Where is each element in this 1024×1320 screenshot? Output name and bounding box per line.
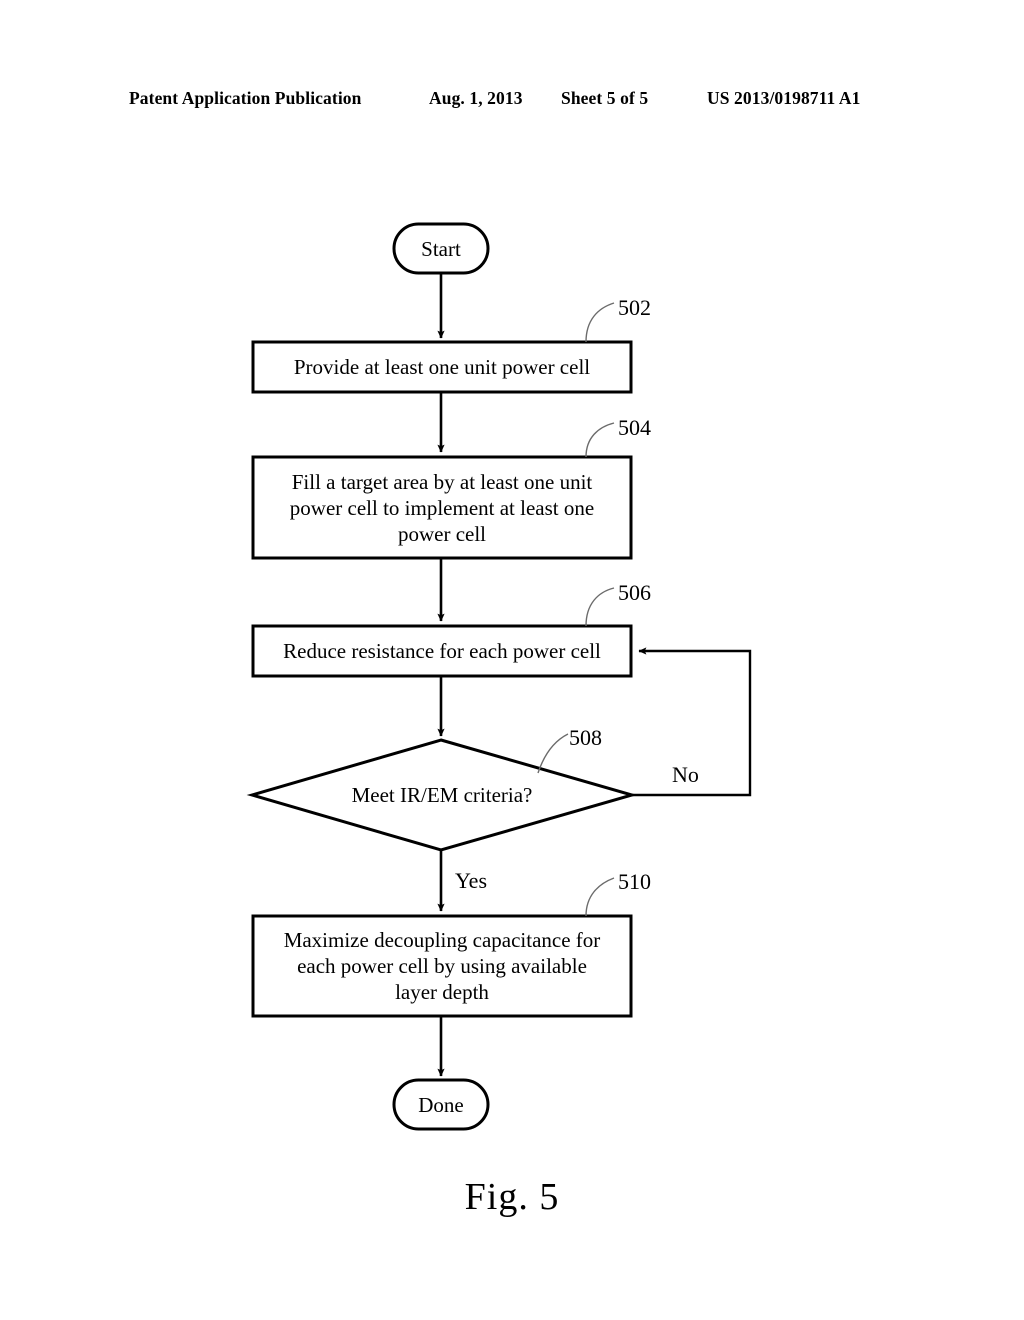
reference-numeral-510: 510 — [618, 869, 651, 894]
reference-numeral-508: 508 — [569, 725, 602, 750]
decision-508-label: Meet IR/EM criteria? — [280, 770, 604, 820]
process-510-label: Maximize decoupling capacitance for each… — [253, 916, 631, 1016]
process-510-line-2: each power cell by using available — [297, 954, 587, 978]
leader-line-504 — [585, 422, 615, 458]
terminator-done-label: Done — [394, 1080, 488, 1129]
leader-line-502 — [585, 302, 615, 343]
decision-508-line-1: Meet IR/EM criteria? — [351, 783, 533, 807]
process-510-line-3: layer depth — [395, 980, 489, 1004]
figure-caption: Fig. 5 — [464, 1176, 560, 1218]
process-504-line-1: Fill a target area by at least one unit — [291, 469, 593, 494]
reference-numeral-506: 506 — [618, 580, 651, 605]
process-506-line-1: Reduce resistance for each power cell — [283, 639, 601, 663]
process-502-line-1: Provide at least one unit power cell — [293, 355, 591, 379]
figure-5-flowchart: Start Provide at least one unit power ce… — [0, 0, 1024, 1320]
process-504-line-3: power cell — [397, 521, 487, 546]
reference-numeral-504: 504 — [618, 415, 651, 440]
process-504-line-2: power cell to implement at least one — [289, 495, 595, 520]
leader-line-508 — [537, 733, 569, 774]
process-502-label: Provide at least one unit power cell — [253, 342, 631, 392]
terminator-start-label: Start — [394, 224, 488, 273]
process-510-line-1: Maximize decoupling capacitance for — [283, 928, 601, 952]
process-506-label: Reduce resistance for each power cell — [253, 626, 631, 676]
reference-numeral-502: 502 — [618, 295, 651, 320]
leader-line-506 — [585, 587, 615, 627]
terminator-done-text: Done — [418, 1092, 464, 1117]
terminator-start-text: Start — [421, 236, 461, 261]
leader-line-510 — [585, 877, 615, 917]
process-504-label: Fill a target area by at least one unit … — [253, 457, 631, 558]
branch-label-yes: Yes — [455, 868, 488, 893]
branch-label-no: No — [672, 762, 699, 787]
